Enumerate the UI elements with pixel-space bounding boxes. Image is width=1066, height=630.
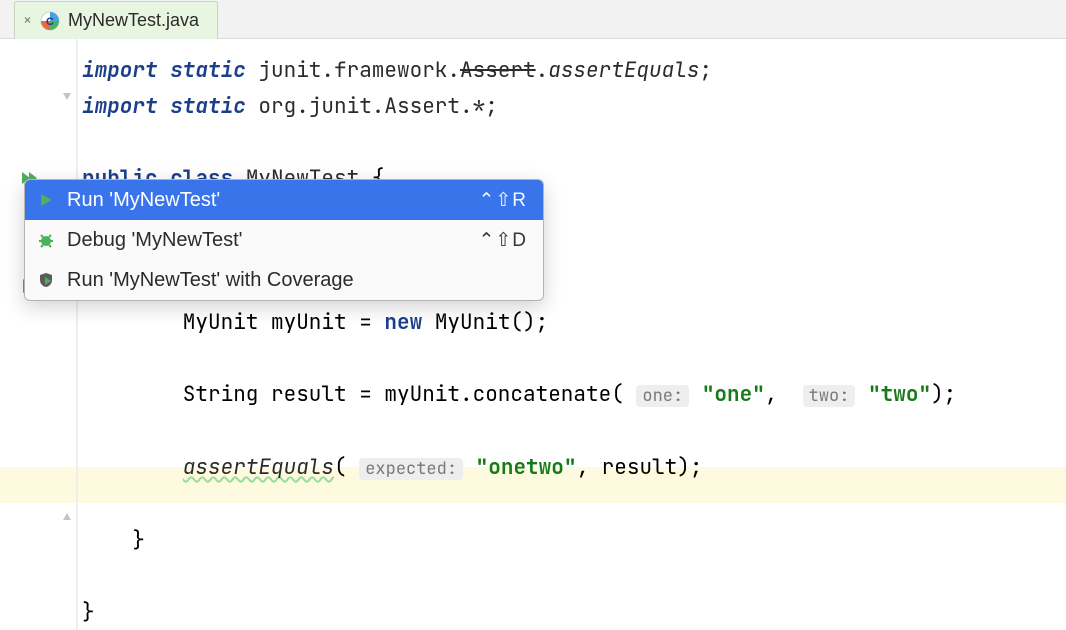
menu-item-coverage[interactable]: Run 'MyNewTest' with Coverage [25,260,543,300]
code-line: } [78,595,1066,630]
ide-root: × C MyNewTest.java [0,0,1066,630]
code-line [78,414,1066,450]
menu-item-run[interactable]: Run 'MyNewTest' ⌃⇧R [25,180,543,220]
gutter [0,39,78,630]
menu-label: Debug 'MyNewTest' [67,229,468,252]
code-line: assertEquals( expected: "onetwo", result… [78,450,1066,487]
close-icon[interactable]: × [23,13,32,28]
code-line: } [78,523,1066,559]
play-icon [35,192,57,208]
code-line [78,125,1066,161]
code-line: import static org.junit.Assert.*; [78,89,1066,125]
gutter-highlight [0,467,76,503]
code-area[interactable]: import static junit.framework.Assert.ass… [78,39,1066,630]
menu-label: Run 'MyNewTest' with Coverage [67,269,517,292]
code-line [78,559,1066,595]
menu-item-debug[interactable]: Debug 'MyNewTest' ⌃⇧D [25,220,543,260]
fold-icon[interactable] [60,509,74,523]
fold-icon[interactable] [60,90,74,104]
class-icon: C [40,11,60,31]
menu-label: Run 'MyNewTest' [67,189,468,212]
menu-shortcut: ⌃⇧D [478,229,527,252]
tab-label: MyNewTest.java [68,10,199,31]
code-line [78,341,1066,377]
code-line: MyUnit myUnit = new MyUnit(); [78,305,1066,341]
context-menu: Run 'MyNewTest' ⌃⇧R Debug 'MyNewTest' ⌃⇧… [24,179,544,301]
editor[interactable]: import static junit.framework.Assert.ass… [0,39,1066,630]
svg-text:C: C [46,16,54,28]
menu-shortcut: ⌃⇧R [478,189,527,212]
file-tab[interactable]: × C MyNewTest.java [14,1,218,39]
bug-icon [35,232,57,248]
tab-bar: × C MyNewTest.java [0,0,1066,39]
code-line: import static junit.framework.Assert.ass… [78,53,1066,89]
shield-play-icon [35,272,57,288]
code-line: String result = myUnit.concatenate( one:… [78,377,1066,414]
